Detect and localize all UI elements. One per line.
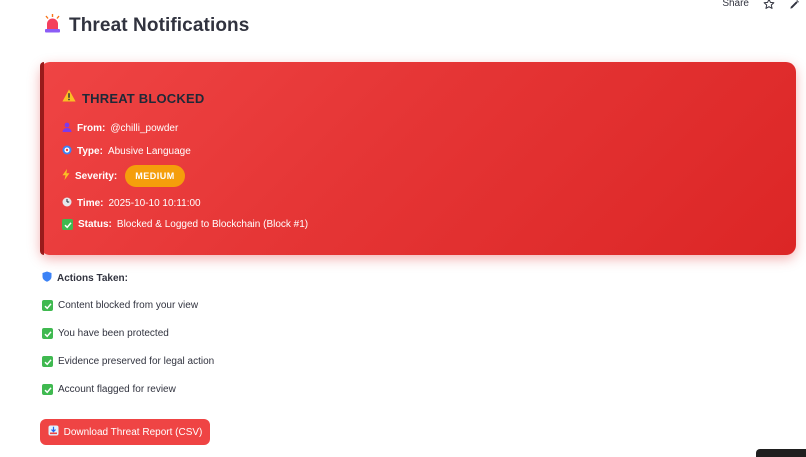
check-icon: [42, 328, 53, 339]
warning-icon: [62, 89, 76, 107]
check-icon: [62, 219, 73, 230]
status-value: Blocked & Logged to Blockchain (Block #1…: [116, 219, 309, 230]
siren-icon: [44, 14, 61, 38]
actions-title: Actions Taken:: [57, 272, 128, 284]
page-title: Threat Notifications: [69, 15, 250, 36]
threat-title: THREAT BLOCKED: [82, 90, 205, 106]
download-button-label: Download Threat Report (CSV): [63, 426, 203, 438]
target-icon: [62, 145, 72, 158]
threat-blocked-card: THREAT BLOCKED From: @chilli_powder Type…: [40, 62, 796, 255]
status-label: Status:: [78, 219, 112, 230]
check-icon: [42, 384, 53, 395]
card-title: THREAT BLOCKED: [62, 89, 204, 107]
inbox-tray-icon: [48, 425, 59, 439]
time-label: Time:: [77, 198, 104, 209]
star-icon[interactable]: [763, 0, 775, 10]
action-item-label: Content blocked from your view: [58, 300, 199, 311]
lightning-icon: [62, 169, 70, 183]
severity-label: Severity:: [75, 170, 118, 182]
actions-heading: Actions Taken:: [42, 271, 128, 285]
share-button[interactable]: Share: [722, 0, 749, 9]
action-item: Content blocked from your view: [42, 300, 198, 311]
page: Share Threat Notifications THREAT BLOCKE…: [0, 0, 806, 457]
type-row: Type: Abusive Language: [62, 145, 191, 158]
action-item: Account flagged for review: [42, 384, 176, 395]
top-toolbar: Share: [722, 0, 800, 10]
from-row: From: @chilli_powder: [62, 122, 178, 135]
status-widget[interactable]: [756, 449, 806, 457]
download-report-button[interactable]: Download Threat Report (CSV): [40, 419, 210, 445]
shield-icon: [42, 271, 52, 285]
action-item: You have been protected: [42, 328, 169, 339]
severity-badge: MEDIUM: [125, 165, 185, 187]
time-row: Time: 2025-10-10 10:11:00: [62, 197, 201, 210]
check-icon: [42, 300, 53, 311]
action-item-label: Account flagged for review: [58, 384, 176, 395]
action-item: Evidence preserved for legal action: [42, 356, 214, 367]
from-label: From:: [77, 123, 106, 134]
time-value: 2025-10-10 10:11:00: [108, 198, 201, 209]
clock-icon: [62, 197, 72, 210]
edit-icon[interactable]: [789, 0, 800, 10]
card-accent-bar: [40, 62, 44, 255]
page-header: Threat Notifications: [44, 14, 249, 38]
from-value: @chilli_powder: [110, 123, 179, 134]
severity-row: Severity: MEDIUM: [62, 165, 185, 187]
action-item-label: You have been protected: [58, 328, 169, 339]
user-icon: [62, 122, 72, 135]
action-item-label: Evidence preserved for legal action: [58, 356, 215, 367]
check-icon: [42, 356, 53, 367]
status-row: Status: Blocked & Logged to Blockchain (…: [62, 219, 308, 230]
type-value: Abusive Language: [107, 146, 191, 157]
type-label: Type:: [77, 146, 103, 157]
